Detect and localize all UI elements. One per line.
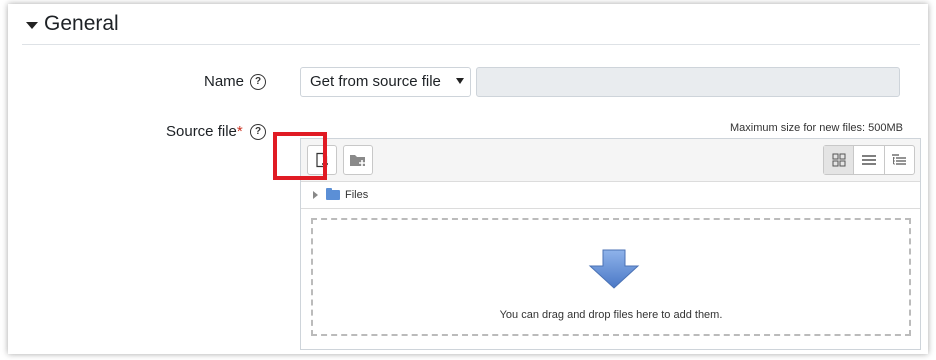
file-picker: Files You can drag and drop files here t…	[300, 138, 921, 350]
file-picker-toolbar	[301, 139, 920, 182]
name-source-select[interactable]: Get from source file	[300, 67, 471, 97]
grid-view-button[interactable]	[824, 146, 855, 174]
file-path-bar: Files	[301, 182, 920, 209]
section-toggle[interactable]: General	[26, 12, 119, 36]
question-circle-icon[interactable]: ?	[250, 74, 266, 90]
general-fieldset: General Name ? Get from source file Sour…	[22, 4, 922, 350]
expand-arrow-icon[interactable]	[313, 191, 318, 199]
list-view-icon	[861, 155, 876, 165]
create-folder-button[interactable]	[343, 145, 373, 175]
caret-down-icon	[26, 21, 38, 29]
form-panel: General Name ? Get from source file Sour…	[8, 4, 928, 354]
section-divider	[22, 44, 920, 45]
select-value: Get from source file	[310, 73, 441, 90]
grid-view-icon	[832, 153, 846, 167]
drop-zone-text: You can drag and drop files here to add …	[499, 309, 723, 321]
name-text-input[interactable]	[476, 67, 900, 97]
required-marker: *	[236, 123, 243, 140]
view-toggle-group	[823, 145, 915, 175]
source-file-label: Source file*	[166, 123, 243, 140]
create-folder-icon	[350, 155, 365, 166]
tree-view-button[interactable]	[885, 146, 914, 174]
question-circle-icon[interactable]: ?	[250, 124, 266, 140]
tree-view-icon	[892, 154, 907, 165]
source-file-label-text: Source file	[166, 123, 237, 140]
max-size-note: Maximum size for new files: 500MB	[730, 122, 903, 134]
drop-zone[interactable]: You can drag and drop files here to add …	[311, 218, 911, 336]
section-title: General	[44, 12, 119, 35]
folder-icon	[326, 188, 340, 200]
name-label: Name	[204, 73, 245, 90]
path-files-link[interactable]: Files	[345, 189, 368, 201]
dropdown-arrow-icon	[456, 78, 464, 84]
list-view-button[interactable]	[854, 146, 885, 174]
highlight-box	[273, 132, 327, 180]
drop-arrow-icon	[588, 249, 640, 289]
